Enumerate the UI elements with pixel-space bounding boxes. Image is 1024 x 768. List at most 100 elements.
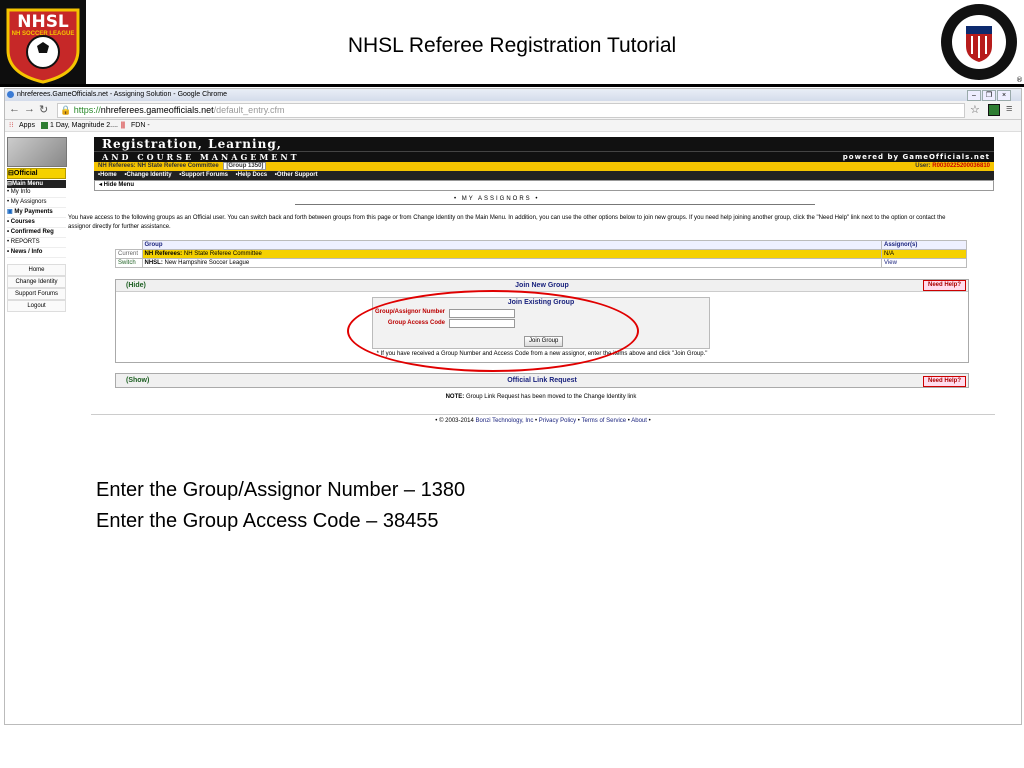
sidebar: ⊟Official ⊟Main Menu • My Info • My Assi…	[7, 137, 67, 312]
nav-change-identity[interactable]: •Change Identity	[124, 172, 171, 178]
nav-home[interactable]: •Home	[98, 172, 117, 178]
browser-titlebar: nhreferees.GameOfficials.net - Assigning…	[5, 89, 1021, 101]
minimize-icon[interactable]: –	[967, 90, 981, 101]
footer-divider	[91, 414, 995, 415]
address-toolbar: ← → ↻ 🔒 https://nhreferees.gameofficials…	[5, 101, 1021, 120]
section-title: • MY ASSIGNORS •	[450, 196, 544, 202]
bookmark-fdn[interactable]: FDN -	[131, 120, 150, 131]
lock-icon: 🔒	[60, 105, 72, 115]
slide-divider	[0, 84, 1024, 87]
group-cell: NH Referees: NH State Referee Committee	[141, 249, 882, 259]
need-help-button[interactable]: Need Help?	[922, 280, 966, 291]
apps-grid-icon: ⁝⁝	[9, 122, 14, 129]
sidebar-item-my-payments[interactable]: ▣ My Payments	[7, 208, 66, 218]
sidebar-role-label: Official	[13, 170, 38, 177]
app-title-line2-text: and Course Management	[102, 152, 300, 162]
footer-company-link[interactable]: Bonzi Technology, Inc	[476, 418, 534, 424]
instruction-line-2: Enter the Group Access Code – 38455	[96, 510, 439, 532]
join-panel-bar: Join New Group (Hide) Need Help?	[116, 280, 968, 292]
instruction-line-1: Enter the Group/Assignor Number – 1380	[96, 479, 466, 501]
assignor-cell: N/A	[881, 249, 967, 259]
sidebar-link-support-forums[interactable]: Support Forums	[7, 288, 66, 300]
avatar	[7, 137, 67, 167]
table-header-group: Group	[141, 240, 882, 250]
copyright: © 2003-2014	[439, 418, 474, 424]
window-title: nhreferees.GameOfficials.net - Assigning…	[17, 91, 227, 98]
sidebar-item-news[interactable]: • News / Info	[7, 248, 66, 258]
footer-about-link[interactable]: About	[631, 418, 647, 424]
nhsl-logo-text: NHSL	[17, 12, 69, 32]
bookmark-apps[interactable]: Apps	[19, 120, 35, 131]
section-divider	[295, 204, 815, 205]
sidebar-item-label: My Assignors	[10, 199, 47, 205]
table-header-row: Group Assignor(s)	[116, 240, 967, 250]
table-row: Switch NHSL: New Hampshire Soccer League…	[115, 258, 967, 268]
app-title-line2: and Course Management powered by GameOff…	[94, 151, 994, 162]
group-prefix: NHSL:	[144, 260, 163, 266]
table-header-assignors: Assignor(s)	[881, 240, 967, 250]
sidebar-link-home[interactable]: Home	[7, 264, 66, 276]
sidebar-link-change-identity[interactable]: Change Identity	[7, 276, 66, 288]
show-link-request[interactable]: (Show)	[126, 374, 149, 387]
hide-menu-link[interactable]: ◂ Hide Menu	[94, 180, 994, 191]
note-text: Group Link Request has been moved to the…	[465, 394, 637, 400]
table-header	[116, 241, 143, 250]
page-content: ⊟Official ⊟Main Menu • My Info • My Assi…	[5, 132, 1021, 724]
nav-support-forums[interactable]: •Support Forums	[179, 172, 228, 178]
hide-join-link[interactable]: (Hide)	[126, 280, 146, 291]
table-row: Current NH Referees: NH State Referee Co…	[115, 249, 967, 259]
sidebar-item-reports[interactable]: • REPORTS	[7, 238, 66, 248]
url-host: nhreferees.gameofficials.net	[100, 105, 214, 115]
app-title-line1: Registration, Learning,	[94, 137, 994, 151]
sidebar-item-courses[interactable]: • Courses	[7, 218, 66, 228]
sidebar-item-label: News / Info	[10, 249, 43, 255]
main-menu-label: Main Menu	[12, 181, 44, 187]
intro-text: You have access to the following groups …	[68, 215, 946, 230]
footer-terms-link[interactable]: Terms of Service	[581, 418, 626, 424]
link-note: NOTE: Group Link Request has been moved …	[115, 394, 967, 400]
sidebar-item-my-assignors[interactable]: • My Assignors	[7, 198, 66, 208]
link-panel-bar: Official Link Request (Show) Need Help?	[116, 374, 968, 387]
star-icon[interactable]: ☆	[970, 103, 980, 116]
extension-icon[interactable]	[988, 104, 1000, 116]
sidebar-link-logout[interactable]: Logout	[7, 300, 66, 312]
switch-link[interactable]: Switch	[115, 258, 143, 268]
nav-other-support[interactable]: •Other Support	[275, 172, 318, 178]
sidebar-item-confirmed-reg[interactable]: • Confirmed Reg	[7, 228, 66, 238]
group-prefix: NH Referees:	[144, 251, 183, 257]
menu-icon[interactable]: ≡	[1006, 103, 1012, 115]
current-label: Current	[115, 249, 143, 259]
back-icon[interactable]: ←	[9, 103, 20, 115]
need-help-button[interactable]: Need Help?	[922, 376, 966, 387]
groups-table: Group Assignor(s) Current NH Referees: N…	[115, 240, 967, 268]
chrome-favicon-icon	[7, 91, 14, 98]
url-bar[interactable]: 🔒 https://nhreferees.gameofficials.net/d…	[57, 103, 965, 118]
sidebar-main-menu[interactable]: ⊟Main Menu	[7, 180, 66, 188]
top-nav: •Home •Change Identity •Support Forums •…	[94, 171, 994, 180]
sidebar-item-my-info[interactable]: • My Info	[7, 188, 66, 198]
official-link-request-panel: Official Link Request (Show) Need Help?	[115, 373, 969, 388]
svg-text:®: ®	[1016, 76, 1022, 84]
browser-window: nhreferees.GameOfficials.net - Assigning…	[4, 88, 1022, 725]
url-path: /default_entry.cfm	[213, 105, 285, 115]
restore-icon[interactable]: ❐	[982, 90, 996, 101]
view-assignors-link[interactable]: View	[881, 258, 967, 268]
user-id: User: R0030225200036810	[915, 162, 990, 171]
group-name: New Hampshire Soccer League	[164, 260, 250, 266]
current-group-name: NH Referees: NH State Referee Committee	[98, 163, 219, 169]
nav-help-docs[interactable]: •Help Docs	[236, 172, 267, 178]
current-group-bar: NH Referees: NH State Referee Committee …	[94, 162, 994, 171]
app-header: Registration, Learning, and Course Manag…	[94, 137, 994, 191]
group-tag: [Group 1350]	[223, 162, 267, 170]
slide-title: NHSL Referee Registration Tutorial	[347, 34, 677, 57]
sidebar-role-official[interactable]: ⊟Official	[7, 168, 66, 179]
sidebar-item-label: My Payments	[14, 209, 53, 215]
sidebar-item-label: Courses	[10, 219, 35, 225]
forward-icon[interactable]: →	[24, 103, 35, 115]
close-icon[interactable]: ×	[997, 90, 1011, 101]
bookmark-magnitude[interactable]: 1 Day, Magnitude 2....	[50, 120, 118, 131]
bookmark-favicon-icon	[41, 122, 48, 129]
reload-icon[interactable]: ↻	[39, 103, 48, 116]
footer-privacy-link[interactable]: Privacy Policy	[539, 418, 576, 424]
ussf-referee-logo: ®	[936, 0, 1023, 84]
